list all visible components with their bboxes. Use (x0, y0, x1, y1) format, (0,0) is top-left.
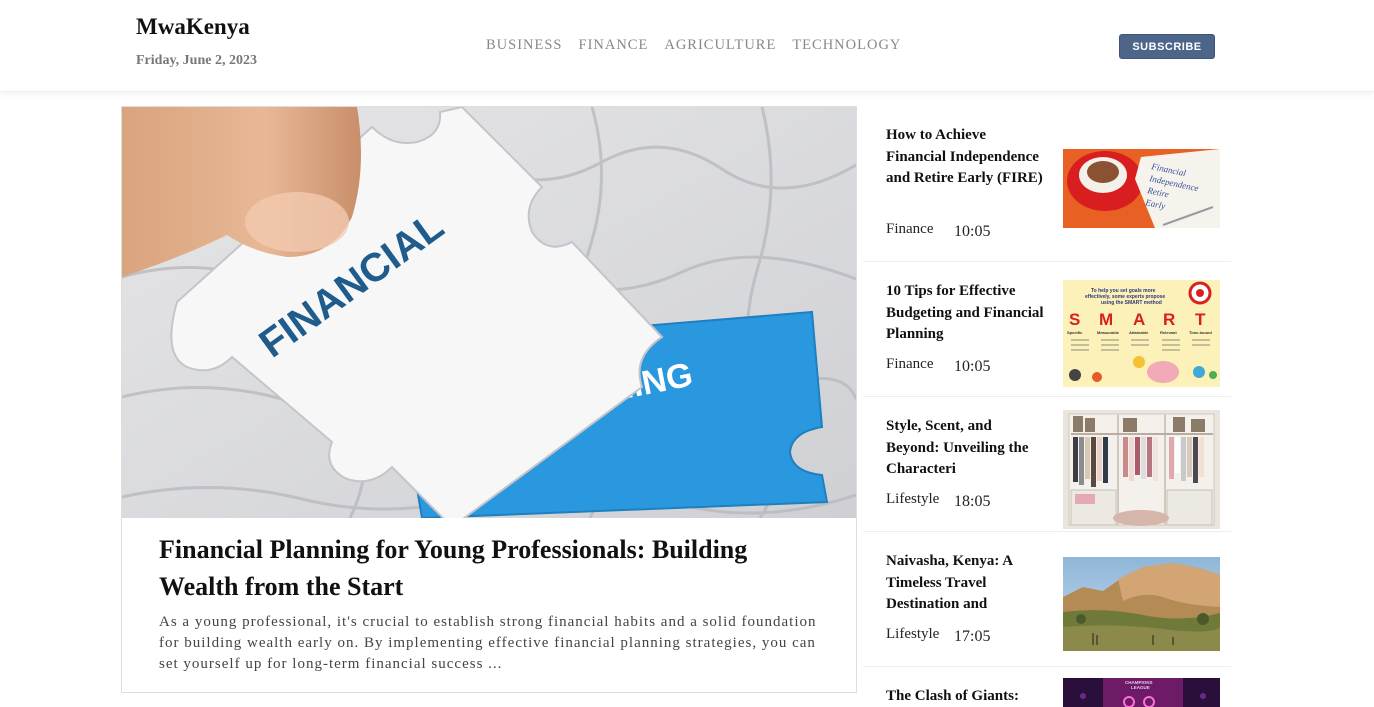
featured-article-card[interactable]: PLANNING FINANCIAL Financial Planning fo… (121, 106, 857, 693)
article-category[interactable]: Finance (886, 221, 933, 238)
svg-text:S: S (1069, 310, 1080, 329)
main-nav: BUSINESS FINANCE AGRICULTURE TECHNOLOGY (486, 37, 917, 54)
article-category[interactable]: Lifestyle (886, 491, 939, 508)
svg-text:A: A (1133, 310, 1145, 329)
featured-title[interactable]: Financial Planning for Young Professiona… (159, 531, 819, 605)
article-title[interactable]: Naivasha, Kenya: A Timeless Travel Desti… (886, 551, 1046, 616)
list-item[interactable]: Style, Scent, and Beyond: Unveiling the … (863, 397, 1231, 532)
article-title[interactable]: 10 Tips for Effective Budgeting and Fina… (886, 281, 1046, 346)
svg-text:Relevant: Relevant (1160, 330, 1177, 335)
article-time: 18:05 (954, 493, 991, 510)
list-item[interactable]: 10 Tips for Effective Budgeting and Fina… (863, 262, 1231, 397)
svg-text:LEAGUE: LEAGUE (1131, 685, 1150, 690)
article-title[interactable]: How to Achieve Financial Independence an… (886, 125, 1046, 190)
list-item[interactable]: How to Achieve Financial Independence an… (863, 106, 1231, 262)
svg-text:using the SMART method: using the SMART method (1101, 300, 1162, 306)
article-category[interactable]: Lifestyle (886, 626, 939, 643)
article-thumbnail[interactable]: Financial Independence Retire Early (1063, 149, 1220, 228)
article-time: 17:05 (954, 628, 991, 645)
svg-text:T: T (1195, 310, 1206, 329)
subscribe-button[interactable]: SUBSCRIBE (1119, 34, 1215, 59)
article-thumbnail[interactable] (1063, 410, 1220, 529)
svg-text:R: R (1163, 310, 1175, 329)
svg-text:Measurable: Measurable (1097, 330, 1120, 335)
nav-agriculture[interactable]: AGRICULTURE (664, 37, 776, 54)
article-title[interactable]: The Clash of Giants: (886, 686, 1056, 707)
nav-finance[interactable]: FINANCE (579, 37, 649, 54)
article-time: 10:05 (954, 223, 991, 240)
current-date: Friday, June 2, 2023 (136, 53, 257, 68)
svg-text:Attainable: Attainable (1129, 330, 1149, 335)
puzzle-illustration: PLANNING FINANCIAL (122, 107, 856, 518)
article-category[interactable]: Finance (886, 356, 933, 373)
site-logo[interactable]: MwaKenya (136, 14, 250, 40)
svg-text:M: M (1099, 310, 1113, 329)
svg-text:Time-bound: Time-bound (1189, 330, 1212, 335)
article-title[interactable]: Style, Scent, and Beyond: Unveiling the … (886, 416, 1046, 481)
site-header: MwaKenya Friday, June 2, 2023 BUSINESS F… (0, 0, 1374, 92)
article-thumbnail[interactable]: To help you set goals more effectively, … (1063, 280, 1220, 387)
article-thumbnail[interactable] (1063, 557, 1220, 651)
article-thumbnail[interactable]: CHAMPIONS LEAGUE (1063, 678, 1220, 707)
svg-text:Specific: Specific (1067, 330, 1083, 335)
list-item[interactable]: Naivasha, Kenya: A Timeless Travel Desti… (863, 532, 1231, 667)
nav-technology[interactable]: TECHNOLOGY (792, 37, 901, 54)
list-item[interactable]: The Clash of Giants: CHAMPIONS LEAGUE (863, 667, 1231, 707)
article-time: 10:05 (954, 358, 991, 375)
featured-excerpt: As a young professional, it's crucial to… (159, 614, 817, 672)
nav-business[interactable]: BUSINESS (486, 37, 563, 54)
featured-image[interactable]: PLANNING FINANCIAL (122, 107, 856, 518)
